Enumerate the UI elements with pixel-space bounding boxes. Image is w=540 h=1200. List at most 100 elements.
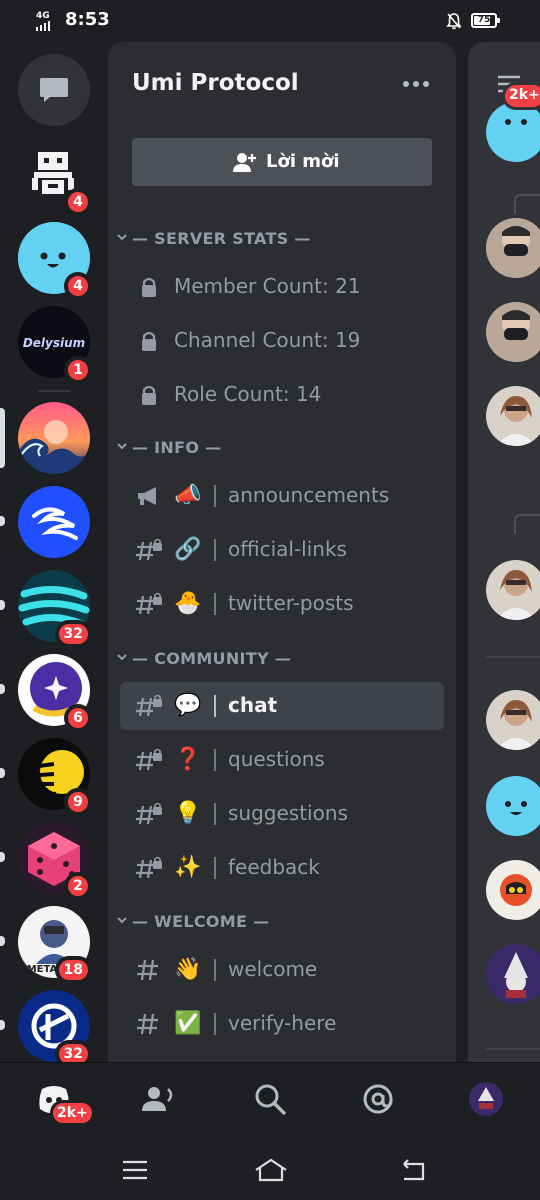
server-icon-pixel[interactable]: 4: [18, 138, 92, 216]
server-icon-wave[interactable]: [18, 402, 90, 474]
channel-name: suggestions: [228, 801, 348, 825]
invite-button[interactable]: Lời mời: [132, 138, 432, 186]
friends-icon[interactable]: [138, 1079, 178, 1119]
channel-divider: [214, 857, 216, 879]
server-icon-blue-wave[interactable]: [18, 486, 90, 558]
channel-emoji: 🐣: [174, 591, 202, 616]
channel-twitter-posts[interactable]: 🐣 twitter-posts: [120, 580, 444, 628]
chevron-down-icon: [117, 917, 127, 924]
home-icon[interactable]: [254, 1156, 288, 1184]
rail-separator: [38, 390, 70, 392]
server-icon-sun[interactable]: 9: [18, 738, 92, 816]
invite-label: Lời mời: [266, 151, 340, 172]
direct-messages-button[interactable]: [18, 54, 90, 126]
locked-hashtag-icon: [136, 694, 162, 717]
unread-badge: 4: [64, 272, 92, 300]
back-icon[interactable]: [398, 1156, 428, 1184]
person-portrait-icon: [486, 560, 540, 620]
locked-hashtag-icon: [136, 802, 162, 825]
channel-divider: [214, 485, 216, 507]
recent-apps-icon[interactable]: [120, 1156, 150, 1184]
home-unread-badge: 2k+: [50, 1100, 95, 1126]
unread-badge: 2: [64, 872, 92, 900]
search-icon[interactable]: [250, 1079, 290, 1119]
channel-name: Channel Count: 19: [174, 328, 361, 352]
unread-indicator: [0, 600, 5, 610]
user-avatar: [486, 218, 540, 278]
channel-name: questions: [228, 747, 325, 771]
stat-channel-role-count[interactable]: Role Count: 14: [120, 371, 444, 419]
channel-questions[interactable]: ❓ questions: [120, 736, 444, 784]
user-avatar: [486, 776, 540, 836]
channel-name: chat: [228, 693, 278, 717]
channel-name: announcements: [228, 483, 390, 507]
megaphone-icon: [138, 487, 156, 505]
channel-verify-here[interactable]: ✅ verify-here: [120, 1000, 444, 1048]
user-avatar: [486, 102, 540, 162]
server-icon-delysium[interactable]: Delysium 1: [18, 306, 92, 384]
divider: [486, 656, 540, 658]
channel-name: Role Count: 14: [174, 382, 322, 406]
great-wave-icon: [18, 402, 90, 474]
unread-indicator: [0, 852, 5, 862]
channel-divider: [214, 959, 216, 981]
channel-welcome[interactable]: 👋 welcome: [120, 946, 444, 994]
server-icon-teal-stripes[interactable]: 32: [18, 570, 92, 648]
channel-divider: [214, 749, 216, 771]
unread-indicator: [0, 768, 5, 778]
person-mask-icon: [486, 302, 540, 362]
fire-character-icon: [486, 860, 540, 920]
lock-icon: [142, 277, 156, 297]
more-options-icon[interactable]: [400, 72, 432, 96]
chat-peek[interactable]: [468, 42, 540, 1062]
blue-wave-logo-icon: [18, 486, 90, 558]
channel-emoji: ✅: [174, 1011, 202, 1036]
channel-name: feedback: [228, 855, 320, 879]
stat-channel-member-count[interactable]: Member Count: 21: [120, 263, 444, 311]
server-icon-space-cat[interactable]: 6: [18, 654, 92, 732]
lock-icon: [142, 331, 156, 351]
person-portrait-icon: [486, 690, 540, 750]
add-user-icon: [233, 153, 256, 172]
server-icon-meta[interactable]: META 18: [18, 906, 92, 984]
channel-chat[interactable]: 💬 chat: [120, 682, 444, 730]
category-label: — WELCOME —: [132, 912, 270, 931]
channel-feedback[interactable]: ✨ feedback: [120, 844, 444, 892]
unread-indicator: [0, 516, 5, 526]
channel-name: twitter-posts: [228, 591, 354, 615]
profile-avatar-icon[interactable]: [466, 1079, 506, 1119]
channel-suggestions[interactable]: 💡 suggestions: [120, 790, 444, 838]
server-icon-dice[interactable]: 2: [18, 822, 92, 900]
chevron-down-icon: [117, 654, 127, 661]
mute-bell-icon: [446, 13, 462, 30]
chevron-down-icon: [117, 443, 127, 450]
user-avatar: [486, 860, 540, 920]
user-avatar: [486, 690, 540, 750]
status-bar: 4G 8:53 75: [0, 0, 540, 42]
server-icon-blue-logo[interactable]: 32: [18, 990, 92, 1068]
stat-channel-channel-count[interactable]: Channel Count: 19: [120, 317, 444, 365]
reply-line: [514, 194, 540, 214]
server-title[interactable]: Umi Protocol: [132, 70, 299, 96]
channel-announcements[interactable]: 📣 announcements: [120, 472, 444, 520]
locked-hashtag-icon: [136, 538, 162, 561]
battery-indicator: 75: [471, 13, 500, 28]
channel-divider: [214, 803, 216, 825]
svg-text:Delysium: Delysium: [23, 336, 85, 350]
hashtag-icon: [137, 1013, 158, 1035]
signal-icon: [36, 21, 50, 31]
reply-line: [514, 514, 540, 534]
server-icon-smiley[interactable]: 4: [18, 222, 92, 300]
channel-emoji: ✨: [174, 855, 202, 880]
server-rail: 4 4 Delysium 1 32 6 9 2 META 18 32: [0, 42, 108, 1068]
android-nav-bar: [0, 1140, 540, 1200]
smiley-face-icon: [505, 801, 527, 815]
unread-badge: 4: [64, 188, 92, 216]
category-label: — INFO —: [132, 438, 222, 457]
network-indicator: 4G: [36, 11, 50, 21]
channel-emoji: 💡: [174, 801, 202, 826]
person-mask-icon: [486, 218, 540, 278]
unread-badge: 32: [54, 620, 92, 648]
mentions-icon[interactable]: [358, 1079, 398, 1119]
channel-official-links[interactable]: 🔗 official-links: [120, 526, 444, 574]
